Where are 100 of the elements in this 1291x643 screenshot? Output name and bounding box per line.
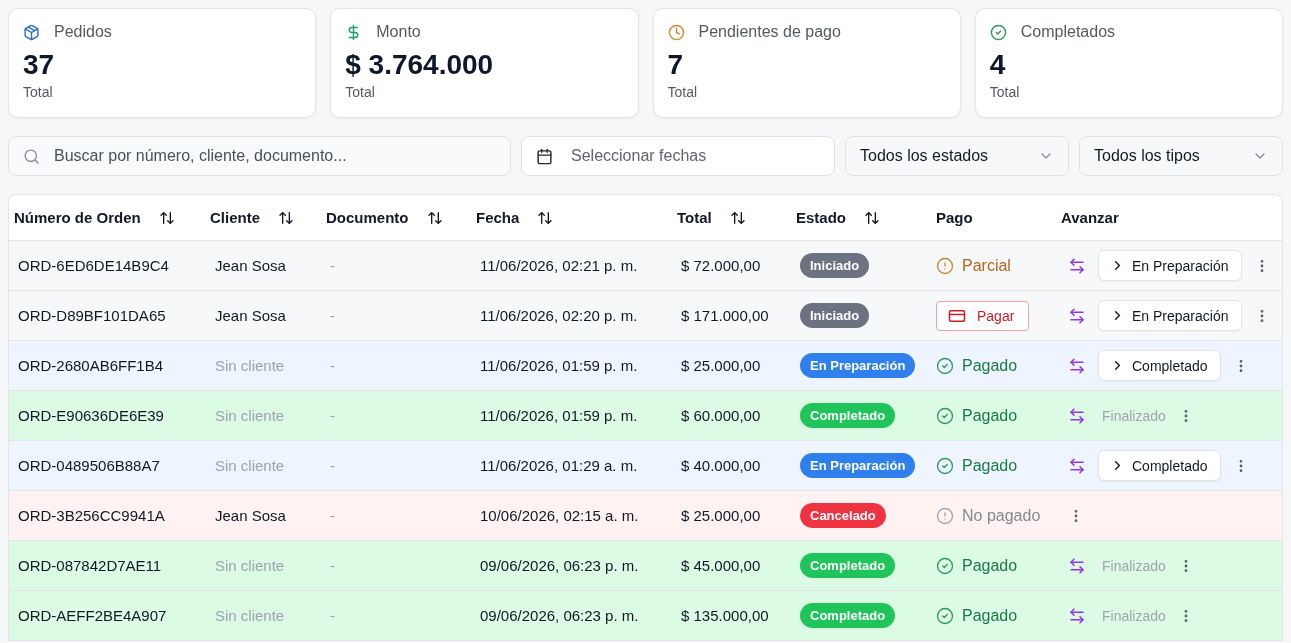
column-header: Pago	[936, 209, 973, 226]
status-badge: Completado	[800, 553, 896, 578]
status-badge: En Preparación	[800, 353, 916, 378]
order-date: 11/06/2026, 02:21 p. m.	[480, 257, 638, 274]
payment-status-text: No pagado	[962, 506, 1041, 525]
payment-status-text: Pagado	[962, 456, 1018, 475]
search-icon	[23, 148, 40, 165]
status-badge: Cancelado	[800, 503, 886, 528]
client-name: Sin cliente	[215, 357, 285, 374]
column-header: Cliente	[210, 209, 260, 226]
sort-icon[interactable]	[537, 209, 554, 226]
sort-icon[interactable]	[864, 209, 880, 226]
alert-circle-icon	[936, 256, 954, 275]
order-total: $ 72.000,00	[681, 257, 761, 274]
order-number: ORD-2680AB6FF1B4	[18, 357, 164, 374]
stat-caption: Total	[345, 83, 376, 101]
swap-arrows-icon[interactable]	[1068, 256, 1086, 275]
document-value: -	[330, 357, 335, 374]
advance-button[interactable]: En Preparación	[1098, 250, 1242, 281]
sort-icon[interactable]	[158, 209, 175, 226]
finished-label: Finalizado	[1102, 407, 1166, 424]
order-total: $ 135.000,00	[681, 607, 769, 624]
advance-button[interactable]: Completado	[1098, 350, 1221, 381]
sort-icon[interactable]	[426, 209, 443, 226]
order-total: $ 45.000,00	[681, 557, 761, 574]
status-badge: En Preparación	[800, 453, 916, 478]
check-circle-icon	[936, 606, 954, 625]
column-header: Total	[677, 209, 712, 226]
status-badge: Completado	[800, 603, 896, 628]
order-number: ORD-AEFF2BE4A907	[18, 607, 167, 624]
finished-label: Finalizado	[1102, 557, 1166, 574]
swap-arrows-icon[interactable]	[1068, 606, 1086, 625]
payment-status-text: Parcial	[962, 256, 1011, 275]
document-value: -	[330, 307, 335, 324]
client-name: Jean Sosa	[215, 507, 286, 524]
check-circle-icon	[936, 556, 954, 575]
client-name: Jean Sosa	[215, 307, 286, 324]
document-value: -	[330, 507, 335, 524]
sort-icon[interactable]	[278, 209, 294, 226]
swap-arrows-icon[interactable]	[1068, 306, 1086, 325]
advance-button[interactable]: Completado	[1098, 450, 1221, 481]
payment-status-text: Pagado	[962, 556, 1018, 575]
advance-button[interactable]: En Preparación	[1098, 300, 1242, 331]
order-total: $ 25.000,00	[681, 507, 761, 524]
stat-value: $ 3.764.000	[345, 49, 495, 81]
order-date: 11/06/2026, 01:59 p. m.	[480, 357, 638, 374]
client-name: Jean Sosa	[215, 257, 286, 274]
pay-button[interactable]: Pagar	[936, 300, 1030, 331]
stat-label: Monto	[376, 22, 421, 42]
column-header: Estado	[796, 209, 846, 226]
document-value: -	[330, 457, 335, 474]
date-range-field[interactable]: Seleccionar fechas	[521, 136, 835, 176]
column-header: Número de Orden	[14, 209, 141, 226]
client-name: Sin cliente	[215, 607, 285, 624]
order-total: $ 60.000,00	[681, 407, 761, 424]
status-badge: Completado	[800, 403, 896, 428]
order-date: 11/06/2026, 02:20 p. m.	[480, 307, 638, 324]
order-date: 09/06/2026, 06:23 p. m.	[480, 607, 639, 624]
stat-label: Completados	[1020, 22, 1116, 42]
swap-arrows-icon[interactable]	[1068, 556, 1086, 575]
order-date: 11/06/2026, 01:59 p. m.	[480, 407, 638, 424]
order-date: 09/06/2026, 06:23 p. m.	[480, 557, 639, 574]
status-badge: Iniciado	[800, 253, 870, 278]
stat-caption: Total	[23, 83, 54, 101]
order-number: ORD-E90636DE6E39	[18, 407, 164, 424]
order-number: ORD-087842D7AE11	[18, 557, 162, 574]
stat-label: Pedidos	[54, 22, 112, 42]
order-number: ORD-0489506B88A7	[18, 457, 160, 474]
order-total: $ 40.000,00	[681, 457, 761, 474]
swap-arrows-icon[interactable]	[1068, 406, 1086, 425]
payment-status-text: Pagado	[962, 406, 1018, 425]
stat-value: 7	[667, 49, 685, 81]
check-circle-icon	[936, 456, 954, 475]
order-number: ORD-D89BF101DA65	[18, 307, 166, 324]
status-filter-select[interactable]: Todos los estados	[845, 136, 1069, 176]
order-date: 11/06/2026, 01:29 a. m.	[480, 457, 638, 474]
swap-arrows-icon[interactable]	[1068, 456, 1086, 475]
check-circle-icon	[936, 356, 954, 375]
search-field[interactable]: Buscar por número, cliente, documento...	[8, 136, 511, 176]
status-badge: Iniciado	[800, 303, 870, 328]
check-circle-icon	[989, 23, 1007, 41]
sort-icon[interactable]	[729, 209, 746, 226]
clock-icon	[667, 23, 685, 41]
order-number: ORD-6ED6DE14B9C4	[18, 257, 169, 274]
document-value: -	[330, 257, 335, 274]
column-header: Avanzar	[1061, 209, 1119, 226]
finished-label: Finalizado	[1102, 607, 1166, 624]
column-header: Documento	[326, 209, 409, 226]
order-total: $ 25.000,00	[681, 357, 761, 374]
document-value: -	[330, 407, 335, 424]
package-icon	[23, 23, 40, 41]
client-name: Sin cliente	[215, 557, 285, 574]
order-total: $ 171.000,00	[681, 307, 769, 324]
client-name: Sin cliente	[215, 457, 285, 474]
document-value: -	[330, 557, 335, 574]
column-header: Fecha	[476, 209, 520, 226]
stat-caption: Total	[667, 83, 699, 101]
type-filter-select[interactable]: Todos los tipos	[1079, 136, 1283, 176]
swap-arrows-icon[interactable]	[1068, 356, 1086, 375]
stat-value: 4	[989, 49, 1007, 81]
